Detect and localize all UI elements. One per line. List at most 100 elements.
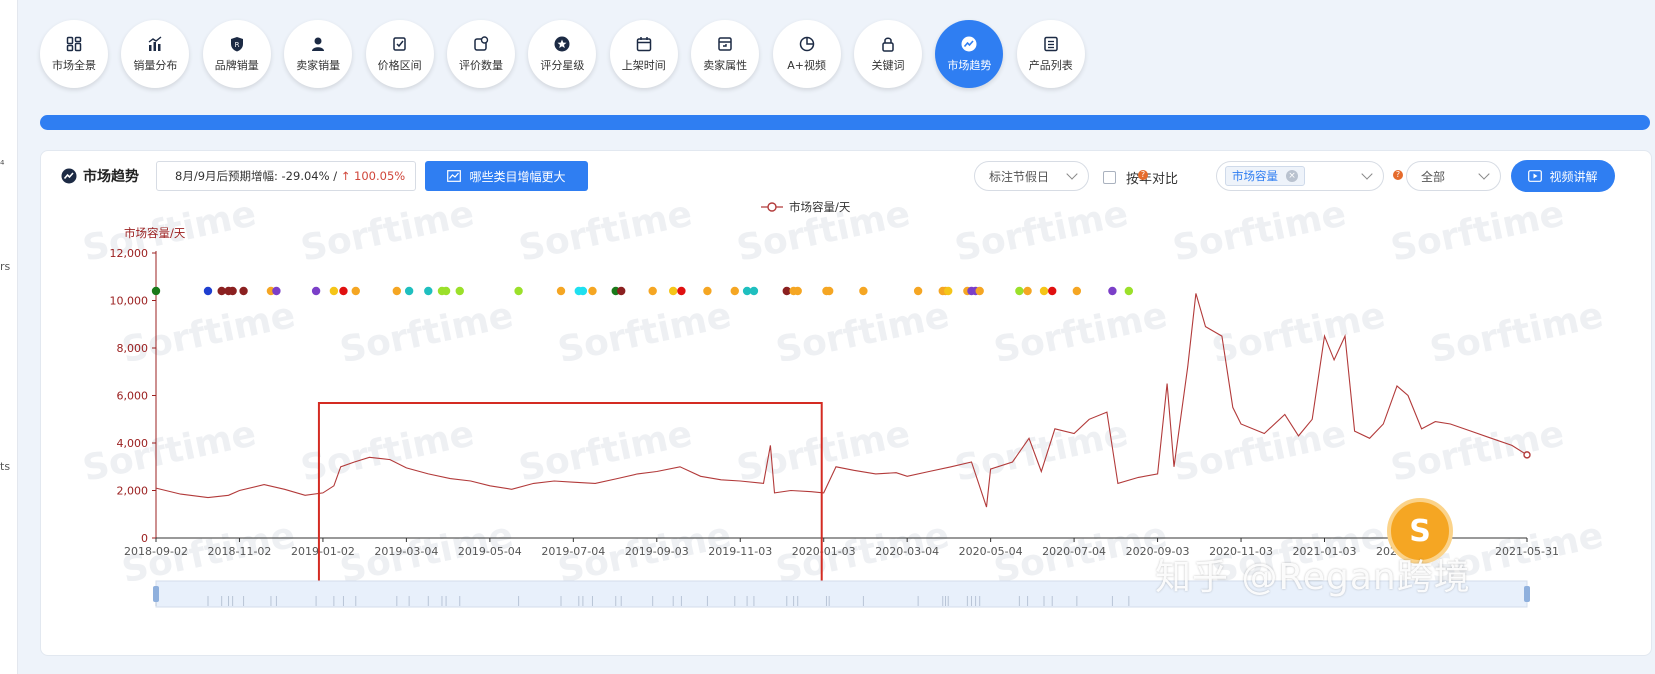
holiday-marker[interactable] (272, 286, 281, 296)
forecast-growth-box: 8月/9月后预期增幅: -29.04% / ↑ 100.05% (156, 161, 416, 191)
nav-item-pie[interactable]: A+视频 (772, 20, 841, 88)
calendar-icon (636, 36, 652, 51)
trend-icon (61, 168, 77, 184)
holiday-marker[interactable] (424, 286, 433, 296)
holiday-marker[interactable] (730, 286, 739, 296)
holiday-marker[interactable] (1108, 286, 1117, 296)
holiday-marker[interactable] (824, 286, 834, 296)
nav-item-label: 市场趋势 (947, 58, 992, 72)
holiday-marker[interactable] (1048, 286, 1057, 296)
help-icon[interactable]: ? (1138, 170, 1148, 180)
metric-tag: 市场容量 × (1225, 166, 1305, 186)
holiday-marker[interactable] (617, 286, 626, 296)
x-tick-label: 2018-09-02 (124, 545, 188, 558)
holiday-marker[interactable] (228, 286, 237, 296)
sorftime-watermark: Sorftime (1208, 295, 1388, 372)
holiday-marker[interactable] (404, 286, 414, 296)
close-icon[interactable]: × (1286, 170, 1298, 182)
nav-item-dashboard[interactable]: 市场全景 (40, 20, 108, 88)
holiday-marker[interactable] (311, 286, 321, 296)
holiday-marker[interactable] (1124, 286, 1134, 296)
yoy-label: 按年对比 (1126, 172, 1179, 187)
panel-header: 市场趋势 (61, 166, 139, 186)
nav-item-lock[interactable]: 关键词 (854, 20, 922, 88)
nav-item-seller[interactable]: 卖家销量 (284, 20, 353, 88)
nav-item-store[interactable]: 卖家属性 (691, 20, 760, 88)
sorftime-watermark: Sorftime (1169, 413, 1349, 490)
holiday-marker[interactable] (578, 286, 588, 296)
zoom-slider-handle-right[interactable] (1524, 586, 1530, 602)
holiday-marker[interactable] (1023, 286, 1032, 296)
progress-bar (40, 115, 1650, 130)
which-categories-label: 哪些类目增幅更大 (469, 169, 566, 184)
holiday-marker[interactable] (975, 286, 984, 296)
holiday-marker[interactable] (329, 286, 339, 296)
holiday-marker[interactable] (556, 286, 566, 296)
nav-item-star[interactable]: 评分星级 (528, 20, 597, 88)
metric-select[interactable]: 市场容量 × (1216, 161, 1384, 191)
holiday-marker[interactable] (677, 286, 686, 296)
holiday-marker[interactable] (793, 286, 802, 296)
help-icon[interactable]: ? (1393, 170, 1403, 180)
nav-item-review[interactable]: 评价数量 (447, 20, 515, 88)
svg-text:R: R (234, 41, 239, 49)
series-end-point[interactable] (1523, 451, 1531, 459)
dashboard-icon (66, 36, 82, 51)
nav-item-price[interactable]: 价格区间 (365, 20, 434, 88)
nav-item-list[interactable]: 产品列表 (1016, 20, 1085, 88)
holiday-marker[interactable] (1072, 286, 1082, 296)
star-icon (554, 36, 570, 51)
zoom-slider-handle-left[interactable] (153, 586, 159, 602)
video-tutorial-button[interactable]: 视频讲解 (1511, 160, 1615, 192)
sorftime-watermark: Sorftime (515, 193, 695, 270)
y-tick-label: 2,000 (117, 485, 149, 498)
holiday-marker[interactable] (514, 286, 523, 296)
holiday-marker[interactable] (441, 286, 451, 296)
holiday-marker[interactable] (669, 286, 678, 296)
legend-marker (767, 202, 777, 212)
nav-item-label: 产品列表 (1028, 58, 1073, 72)
nav-item-shield[interactable]: R 品牌销量 (202, 20, 271, 88)
nav-item-label: 销量分布 (133, 58, 178, 72)
holiday-marker[interactable] (913, 286, 923, 296)
holiday-marker[interactable] (859, 286, 868, 296)
holiday-marker[interactable] (588, 286, 597, 296)
x-tick-label: 2019-03-04 (374, 545, 438, 558)
holiday-marker[interactable] (703, 286, 712, 296)
holiday-marker[interactable] (339, 286, 348, 296)
holiday-marker[interactable] (239, 286, 248, 296)
nav-item-label: 品牌销量 (214, 58, 259, 72)
x-tick-label: 2019-01-02 (291, 545, 355, 558)
nav-item-bar-chart[interactable]: 销量分布 (121, 20, 190, 88)
scope-select[interactable]: 全部 (1406, 161, 1501, 191)
holiday-marker[interactable] (1015, 286, 1024, 296)
holiday-marker[interactable] (203, 286, 213, 296)
x-tick-label: 2020-05-04 (959, 545, 1023, 558)
which-categories-button[interactable]: 哪些类目增幅更大 (425, 161, 588, 191)
metric-tag-label: 市场容量 (1232, 169, 1278, 183)
holiday-marker[interactable] (351, 286, 360, 296)
zhihu-watermark: 知乎 @Regan跨境 (1155, 557, 1471, 598)
holiday-marker[interactable] (944, 286, 953, 296)
x-tick-label: 2019-11-03 (708, 545, 772, 558)
panel-title: 市场趋势 (83, 169, 139, 185)
holiday-select[interactable]: 标注节假日 (974, 161, 1089, 191)
sorftime-watermark: Sorftime (990, 295, 1170, 372)
store-icon (718, 36, 732, 51)
holiday-marker[interactable] (392, 286, 402, 296)
x-tick-label: 2019-09-03 (625, 545, 689, 558)
nav-item-calendar[interactable]: 上架时间 (609, 20, 678, 88)
chevron-down-icon (1361, 168, 1373, 180)
holiday-marker[interactable] (749, 286, 759, 296)
scope-select-value: 全部 (1421, 169, 1446, 184)
y-tick-label: 10,000 (110, 295, 149, 308)
sorftime-watermark: Sorftime (733, 413, 913, 490)
holiday-marker[interactable] (151, 286, 161, 296)
x-tick-label: 2020-03-04 (875, 545, 939, 558)
holiday-marker[interactable] (648, 286, 657, 296)
nav-item-trend[interactable]: 市场趋势 (935, 20, 1004, 88)
holiday-marker[interactable] (455, 286, 464, 296)
legend-label[interactable]: 市场容量/天 (789, 200, 851, 214)
yoy-checkbox[interactable] (1103, 171, 1116, 184)
holiday-marker[interactable] (1039, 286, 1049, 296)
